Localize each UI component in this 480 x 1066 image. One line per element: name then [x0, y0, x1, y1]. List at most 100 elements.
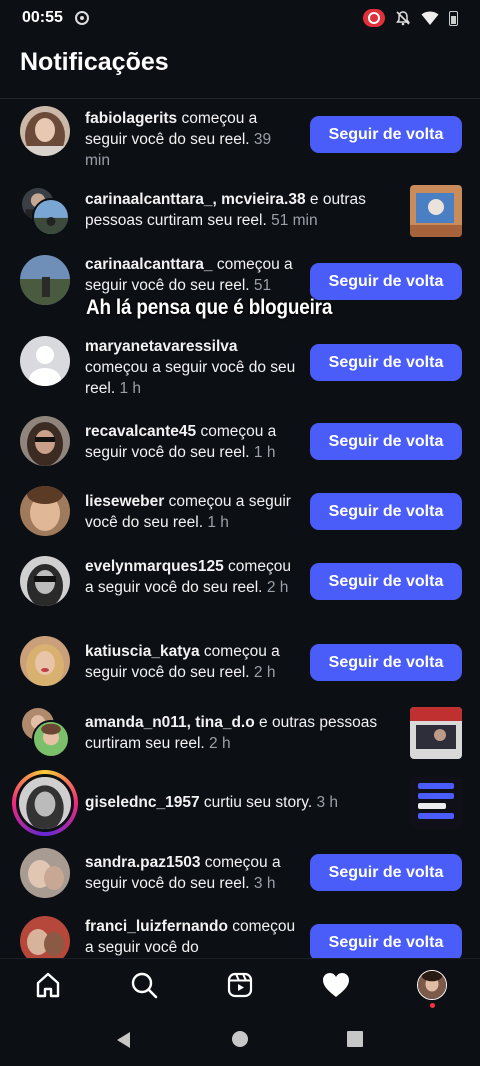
nav-search[interactable] [128, 969, 160, 1001]
notification-item[interactable]: amanda_n011, tina_d.o e outras pessoas c… [0, 706, 480, 766]
username[interactable]: amanda_n011, tina_d.o [85, 714, 255, 731]
back-icon[interactable] [114, 1030, 134, 1050]
battery-icon [449, 10, 458, 26]
avatar[interactable] [20, 106, 70, 156]
avatar[interactable] [20, 636, 70, 686]
username[interactable]: carinaalcanttara_ [85, 256, 213, 273]
avatar[interactable] [20, 255, 70, 305]
notification-text: evelynmarques125 começou a seguir você d… [85, 556, 300, 598]
page-title: Notificações [20, 48, 169, 76]
nav-activity[interactable] [320, 969, 352, 1001]
username[interactable]: carinaalcanttara_, mcvieira.38 [85, 191, 306, 208]
username[interactable]: evelynmarques125 [85, 558, 224, 575]
notification-time: 1 h [207, 514, 229, 531]
bell-off-icon [396, 11, 410, 26]
avatar[interactable] [32, 720, 70, 758]
username[interactable]: maryanetavaressilva [85, 338, 238, 355]
notification-item[interactable]: katiuscia_katya começou a seguir você do… [0, 636, 480, 700]
nav-reels[interactable] [224, 969, 256, 1001]
status-icons [363, 9, 458, 27]
notification-item[interactable]: franci_luizfernando começou a seguir voc… [0, 914, 480, 958]
reels-icon [227, 972, 253, 998]
notifications-feed[interactable]: fabiolagerits começou a seguir você do s… [0, 100, 480, 958]
notification-text: amanda_n011, tina_d.o e outras pessoas c… [85, 712, 395, 754]
record-status-icon [74, 11, 89, 25]
reel-thumbnail[interactable] [410, 707, 462, 759]
notification-time: 3 h [316, 794, 339, 811]
status-time: 00:55 [22, 9, 63, 26]
notification-text: carinaalcanttara_, mcvieira.38 e outras … [85, 189, 395, 231]
avatar[interactable] [20, 336, 70, 386]
username[interactable]: sandra.paz1503 [85, 854, 200, 871]
username[interactable]: katiuscia_katya [85, 643, 200, 660]
notification-item[interactable]: sandra.paz1503 começou a seguir você do … [0, 846, 480, 906]
notification-item[interactable]: fabiolagerits começou a seguir você do s… [0, 104, 480, 171]
header-divider [0, 98, 480, 99]
story-thumbnail[interactable] [410, 777, 462, 829]
notification-time: 2 h [253, 664, 276, 681]
notification-message: começou a seguir você do seu reel. [85, 359, 296, 397]
notification-text: lieseweber começou a seguir você do seu … [85, 491, 300, 533]
notification-time: 51 min [271, 212, 318, 229]
overlay-caption: Ah lá pensa que é blogueira [86, 296, 333, 319]
username[interactable]: lieseweber [85, 493, 164, 510]
notification-time: 1 h [253, 444, 276, 461]
avatar[interactable] [20, 556, 70, 606]
follow-back-button[interactable]: Seguir de volta [310, 563, 462, 600]
notification-text: giselednc_1957 curtiu seu story. 3 h [85, 792, 385, 813]
home-icon [36, 972, 60, 998]
notification-text: franci_luizfernando começou a seguir voc… [85, 916, 300, 958]
notification-text: fabiolagerits começou a seguir você do s… [85, 108, 300, 171]
avatar[interactable] [20, 486, 70, 536]
follow-back-button[interactable]: Seguir de volta [310, 924, 462, 958]
notification-dot [430, 1003, 435, 1008]
profile-avatar [417, 970, 447, 1000]
follow-back-button[interactable]: Seguir de volta [310, 854, 462, 891]
follow-back-button[interactable]: Seguir de volta [310, 116, 462, 153]
notification-text: recavalcante45 começou a seguir você do … [85, 421, 300, 463]
avatar[interactable] [32, 198, 70, 236]
bottom-nav [0, 958, 480, 1012]
nav-home[interactable] [32, 969, 64, 1001]
avatar[interactable] [20, 916, 70, 958]
notification-time: 2 h [209, 735, 231, 752]
story-avatar[interactable] [12, 770, 78, 836]
header: Notificações [20, 48, 169, 77]
notification-message: curtiu seu story. [199, 794, 313, 811]
recents-icon[interactable] [346, 1030, 364, 1048]
notification-item[interactable]: lieseweber começou a seguir você do seu … [0, 486, 480, 542]
username[interactable]: franci_luizfernando [85, 918, 228, 935]
screen-record-icon [363, 9, 385, 27]
notification-time: 3 h [253, 875, 276, 892]
notification-item[interactable]: maryanetavaressilva começou a seguir voc… [0, 334, 480, 398]
follow-back-button[interactable]: Seguir de volta [310, 644, 462, 681]
notification-text: carinaalcanttara_ começou a seguir você … [85, 254, 300, 296]
follow-back-button[interactable]: Seguir de volta [310, 263, 462, 300]
system-nav [0, 1012, 480, 1066]
notification-item[interactable]: evelynmarques125 começou a seguir você d… [0, 556, 480, 620]
notification-item[interactable]: giselednc_1957 curtiu seu story. 3 h [0, 768, 480, 838]
follow-back-button[interactable]: Seguir de volta [310, 344, 462, 381]
heart-icon [323, 973, 349, 997]
wifi-icon [421, 11, 439, 25]
follow-back-button[interactable]: Seguir de volta [310, 423, 462, 460]
username[interactable]: giselednc_1957 [85, 794, 200, 811]
avatar[interactable] [20, 416, 70, 466]
home-circle-icon[interactable] [231, 1030, 249, 1048]
search-icon [131, 972, 158, 999]
notification-text: sandra.paz1503 começou a seguir você do … [85, 852, 300, 894]
avatar[interactable] [20, 848, 70, 898]
username[interactable]: recavalcante45 [85, 423, 196, 440]
notification-text: maryanetavaressilva começou a seguir voc… [85, 336, 300, 399]
follow-back-button[interactable]: Seguir de volta [310, 493, 462, 530]
username[interactable]: fabiolagerits [85, 110, 177, 127]
notification-time: 1 h [119, 380, 142, 397]
notification-time: 2 h [266, 579, 289, 596]
notification-text: katiuscia_katya começou a seguir você do… [85, 641, 300, 683]
status-bar: 00:55 [0, 0, 480, 36]
notification-item[interactable]: carinaalcanttara_, mcvieira.38 e outras … [0, 184, 480, 238]
nav-profile[interactable] [416, 969, 448, 1001]
reel-thumbnail[interactable] [410, 185, 462, 237]
notification-time: 51 [253, 277, 272, 294]
notification-item[interactable]: recavalcante45 começou a seguir você do … [0, 416, 480, 472]
